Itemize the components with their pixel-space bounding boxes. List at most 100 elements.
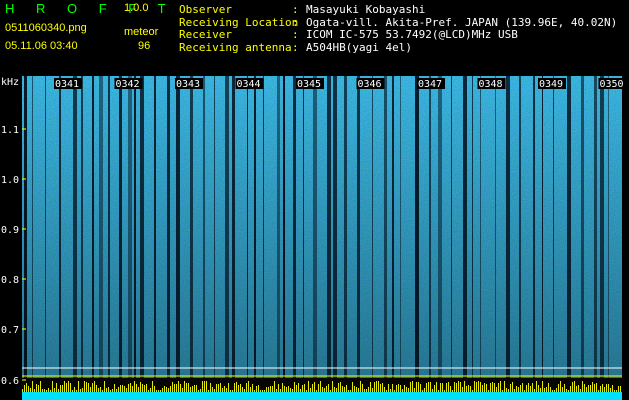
signal-spike	[186, 383, 187, 392]
signal-spike	[596, 383, 597, 392]
signal-spike	[242, 387, 243, 392]
signal-spike	[452, 390, 453, 392]
signal-spike	[560, 381, 561, 392]
signal-spike	[394, 390, 395, 392]
signal-spike	[100, 387, 101, 392]
signal-spike	[48, 388, 49, 392]
signal-spike	[52, 381, 53, 392]
signal-spike	[96, 385, 97, 392]
signal-spike	[436, 382, 437, 392]
signal-spike	[378, 381, 379, 392]
signal-spike	[334, 387, 335, 392]
signal-spike	[154, 386, 155, 392]
signal-spike	[260, 390, 261, 392]
signal-spike	[558, 384, 559, 392]
spectrogram-stripe	[372, 76, 373, 378]
signal-spike	[104, 381, 105, 392]
signal-spike	[276, 389, 277, 392]
spectrogram-stripe	[59, 76, 61, 378]
signal-spike	[476, 382, 477, 392]
signal-spike	[288, 386, 289, 392]
signal-spike	[332, 381, 333, 392]
signal-spike	[492, 382, 493, 392]
signal-spike	[416, 382, 417, 392]
signal-spike	[526, 385, 527, 392]
time-label: 0342	[116, 79, 140, 90]
header-panel: H R O F F T 1.0.0 0511060340.png meteor …	[0, 0, 629, 76]
spectrogram-stripe	[277, 76, 280, 378]
info-key: Receiver	[179, 28, 232, 41]
signal-spike	[282, 383, 283, 392]
signal-spike	[82, 388, 83, 392]
signal-spike	[70, 383, 71, 392]
signal-spike	[428, 382, 429, 392]
signal-spike	[346, 385, 347, 392]
spectrogram-stripe	[608, 76, 609, 378]
signal-spike	[262, 390, 263, 392]
signal-spike	[456, 383, 457, 392]
signal-spike	[300, 389, 301, 392]
signal-spike	[312, 384, 313, 392]
signal-spike	[84, 381, 85, 392]
signal-spike	[524, 390, 525, 392]
spectrogram-stripe	[495, 76, 496, 378]
signal-spike	[254, 390, 255, 392]
signal-spike	[600, 386, 601, 392]
spectrogram-stripe	[384, 76, 387, 378]
signal-spike	[208, 390, 209, 392]
signal-spike	[80, 389, 81, 392]
time-label: 0341	[55, 79, 79, 90]
signal-spike	[128, 384, 129, 392]
spectrogram-stripe	[225, 76, 229, 378]
signal-spike	[172, 382, 173, 392]
signal-spike	[216, 384, 217, 392]
signal-spike	[54, 388, 55, 392]
signal-spike	[404, 385, 405, 392]
signal-spike	[62, 385, 63, 392]
signal-spike	[144, 385, 145, 392]
signal-spike	[490, 383, 491, 392]
signal-spike	[520, 385, 521, 392]
signal-spike	[292, 389, 293, 392]
signal-spike	[284, 386, 285, 392]
signal-spike	[226, 388, 227, 392]
signal-spike	[392, 384, 393, 392]
spectrogram-stripe	[24, 76, 27, 378]
spectrogram-stripe	[533, 76, 535, 378]
time-label: 0344	[237, 79, 261, 90]
signal-spike	[60, 385, 61, 392]
spectrogram-stripe	[400, 76, 401, 378]
signal-spike	[198, 390, 199, 392]
signal-spike	[126, 388, 127, 392]
spectrogram-stripe	[293, 76, 296, 378]
signal-spike	[496, 387, 497, 392]
signal-spike	[150, 388, 151, 392]
signal-spike	[328, 384, 329, 392]
signal-spike	[138, 387, 139, 392]
signal-spike	[376, 381, 377, 392]
signal-spike	[484, 383, 485, 392]
signal-spike	[598, 390, 599, 392]
signal-spike	[22, 389, 23, 392]
signal-spike	[382, 383, 383, 392]
signal-spike	[588, 385, 589, 392]
signal-spike	[246, 383, 247, 392]
signal-spike	[516, 386, 517, 392]
signal-spike	[530, 386, 531, 392]
spectrogram-stripe	[553, 76, 554, 378]
signal-spike	[182, 388, 183, 392]
spectrogram-stripe	[73, 76, 77, 378]
info-value: A504HB(yagi 4el)	[306, 40, 412, 54]
signal-spike	[448, 382, 449, 392]
signal-spike	[424, 388, 425, 392]
signal-spike	[554, 390, 555, 392]
time-label: 0350	[600, 79, 624, 90]
signal-spike	[542, 381, 543, 392]
signal-spike	[612, 385, 613, 392]
signal-spike	[28, 386, 29, 392]
signal-spike	[506, 388, 507, 392]
signal-spike	[566, 389, 567, 392]
spectrogram-stripe	[313, 76, 317, 378]
detection-count: 96	[138, 40, 151, 52]
signal-spike	[458, 381, 459, 392]
